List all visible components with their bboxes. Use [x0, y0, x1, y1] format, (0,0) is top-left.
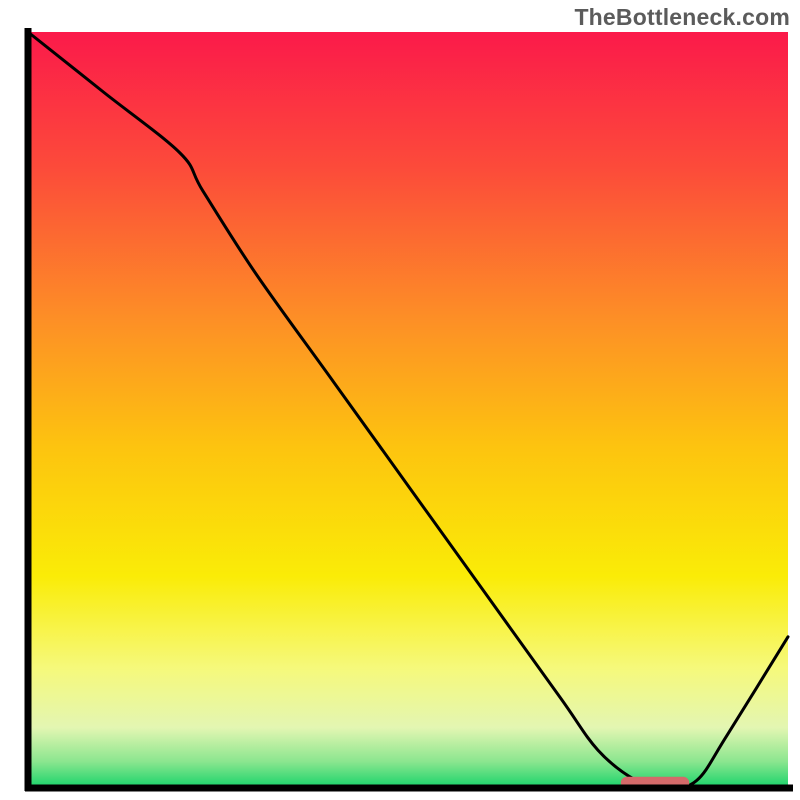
plot-background — [28, 32, 788, 788]
bottleneck-chart: TheBottleneck.com — [0, 0, 800, 800]
watermark-text: TheBottleneck.com — [574, 4, 790, 31]
chart-svg — [0, 0, 800, 800]
